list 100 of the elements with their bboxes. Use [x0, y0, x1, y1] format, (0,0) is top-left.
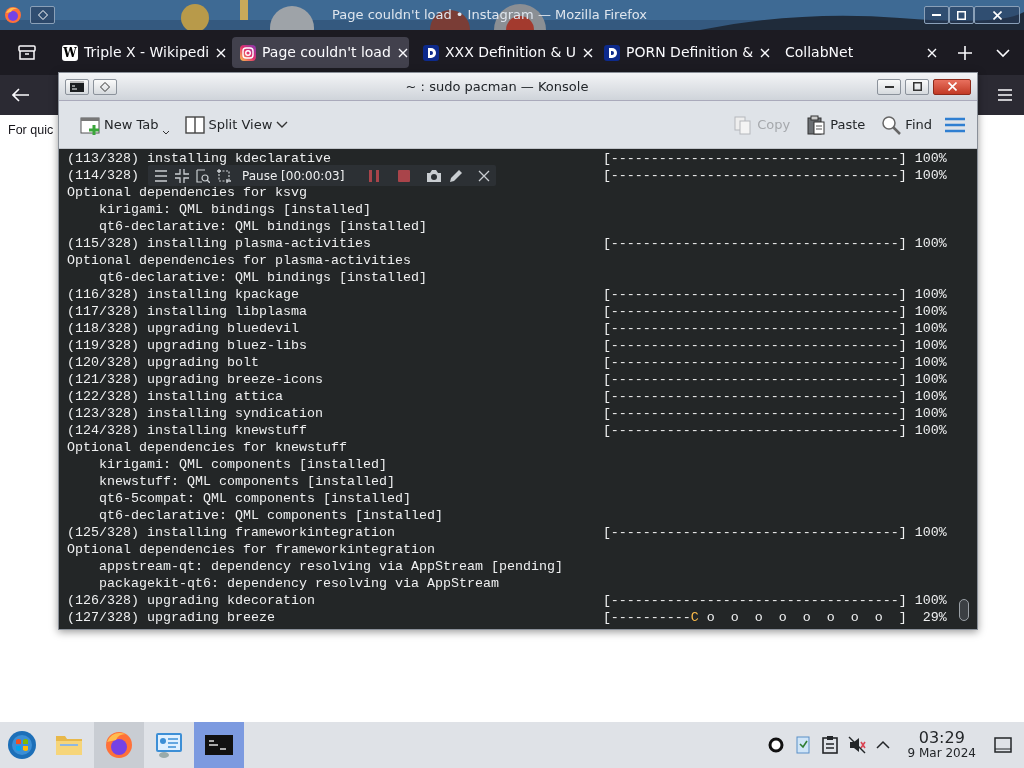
terminal-line: (125/328) installing frameworkintegration — [67, 524, 395, 541]
terminal-line: qt6-declarative: QML components [installed] — [99, 507, 443, 524]
diamond-icon — [37, 10, 48, 20]
progress-bar-text: [------------------------------------] — [602, 235, 907, 252]
terminal-line: appstream-qt: dependency resolving via AppStream [pending] — [99, 558, 563, 575]
diamond-icon — [100, 81, 110, 92]
camera-icon — [240, 44, 256, 61]
terminal-line: (116/328) installing kpackage — [67, 286, 299, 303]
maximize-icon — [957, 10, 966, 20]
window-menu-button[interactable] — [65, 78, 89, 95]
muted-speaker-icon[interactable] — [847, 736, 866, 754]
chevron-down-icon — [276, 120, 289, 129]
percent-text: 100% — [913, 303, 947, 320]
close-icon[interactable] — [215, 46, 228, 59]
caret-icon — [162, 130, 169, 135]
new-tab-button[interactable]: New Tab — [77, 110, 172, 139]
update-icon[interactable] — [793, 735, 812, 755]
terminal-line: (126/328) upgrading kdecoration — [67, 592, 315, 609]
terminal-line: (122/328) installing attica — [67, 388, 283, 405]
paste-icon — [806, 114, 827, 135]
browser-tab[interactable]: PORN Definition & — [596, 37, 771, 68]
maximize-button[interactable] — [949, 6, 974, 24]
firefox-icon — [4, 6, 22, 24]
close-icon[interactable] — [759, 46, 772, 59]
maximize-button[interactable] — [905, 78, 929, 95]
camera-icon[interactable] — [426, 168, 442, 183]
terminal-line: (119/328) upgrading bluez-libs — [67, 337, 307, 354]
percent-text: 100% — [913, 592, 947, 609]
close-icon[interactable] — [582, 46, 595, 59]
taskbar-button[interactable] — [194, 722, 244, 768]
browser-tab[interactable]: CollabNet — [777, 37, 946, 68]
terminal-line: (113/328) installing kdeclarative — [67, 150, 331, 167]
progress-bar-text: [------------------------------------] — [602, 286, 907, 303]
terminal-line: (115/328) installing plasma-activities — [67, 235, 371, 252]
terminal-line: Optional dependencies for frameworkintegration — [67, 541, 435, 558]
show-desktop-icon[interactable] — [994, 737, 1012, 753]
start-menu-icon — [7, 730, 37, 760]
pencil-icon[interactable] — [449, 168, 463, 183]
region-icon[interactable] — [217, 168, 231, 183]
progress-bar-text: [------------------------------------] — [602, 524, 907, 541]
progress-bar-text: [------------------------------------] — [602, 388, 907, 405]
back-arrow-icon[interactable] — [12, 88, 30, 102]
terminal-line: Optional dependencies for ksvg — [67, 184, 307, 201]
minimize-button[interactable] — [877, 78, 901, 95]
percent-text: 100% — [913, 337, 947, 354]
taskbar-button[interactable] — [94, 722, 144, 768]
percent-text: 100% — [913, 150, 947, 167]
page-text: For quic — [8, 123, 54, 137]
progress-bar-text: [------------------------------------] — [602, 371, 907, 388]
progress-bar-text: [------------------------------------] — [602, 167, 907, 184]
percent-text: 29% — [921, 609, 947, 626]
window-title: ~ : sudo pacman — Konsole — [404, 77, 590, 96]
minimize-icon — [932, 14, 941, 16]
close-button[interactable] — [933, 78, 971, 95]
terminal-line: qt6-5compat: QML components [installed] — [99, 490, 411, 507]
percent-text: 100% — [913, 235, 947, 252]
browser-tab[interactable]: XXX Definition & U — [415, 37, 590, 68]
terminal-line: (124/328) installing knewstuff — [67, 422, 307, 439]
zoom-region-icon[interactable] — [196, 168, 210, 183]
terminal-line: Optional dependencies for plasma-activities — [67, 252, 411, 269]
menu-icon[interactable] — [154, 169, 168, 182]
percent-text: 100% — [913, 422, 947, 439]
progress-bar-text: [------------------------------------] — [602, 422, 907, 439]
progress-bar-text: [------------------------------------] — [602, 354, 907, 371]
progress-bar-text: [------------------------------------] — [602, 303, 907, 320]
chevron-up-icon[interactable] — [875, 740, 890, 750]
scrollbar-thumb[interactable] — [959, 599, 969, 621]
terminal-line: (127/328) upgrading breeze — [67, 609, 275, 626]
terminal-line: (123/328) installing syndication — [67, 405, 323, 422]
terminal-line: knewstuff: QML components [installed] — [99, 473, 395, 490]
browser-tab[interactable]: W Triple X - Wikipedi — [54, 37, 226, 68]
window-title: Page couldn't load • Instagram — Mozilla Firefox — [332, 6, 647, 25]
browser-icon — [104, 730, 134, 760]
chevron-down-icon[interactable] — [996, 47, 1010, 58]
terminal-line: (118/328) upgrading bluedevil — [67, 320, 299, 337]
new-tab-icon[interactable] — [958, 45, 972, 60]
shrink-icon[interactable] — [175, 168, 189, 183]
progress-bar-text: [------------------------------------] — [602, 405, 907, 422]
close-icon[interactable] — [478, 169, 490, 182]
percent-text: 100% — [913, 354, 947, 371]
percent-text: 100% — [913, 371, 947, 388]
new-tab-icon — [80, 114, 100, 135]
record-icon[interactable] — [767, 737, 784, 753]
terminal-line: packagekit-qt6: dependency resolving via AppStream — [99, 575, 499, 592]
minimize-button[interactable] — [924, 6, 949, 24]
split-view-button[interactable]: Split View — [181, 110, 292, 139]
close-button[interactable] — [974, 6, 1020, 24]
browser-tab[interactable]: Page couldn't load — [232, 37, 409, 68]
terminal-line: (114/328) — [67, 167, 139, 184]
percent-text: 100% — [913, 524, 947, 541]
find-button[interactable]: Find — [878, 110, 935, 139]
minimize-icon — [884, 85, 894, 88]
paste-button[interactable]: Paste — [803, 110, 869, 139]
terminal-icon — [70, 81, 84, 92]
progress-bar-text: [------------------------------------] — [602, 150, 907, 167]
close-icon[interactable] — [396, 46, 409, 59]
tab-overview-icon[interactable] — [18, 44, 36, 61]
clipboard-icon[interactable] — [821, 736, 838, 754]
clock[interactable]: 03:29 9 Mar 2024 — [907, 730, 976, 760]
terminal-line: (121/328) upgrading breeze-icons — [67, 371, 323, 388]
